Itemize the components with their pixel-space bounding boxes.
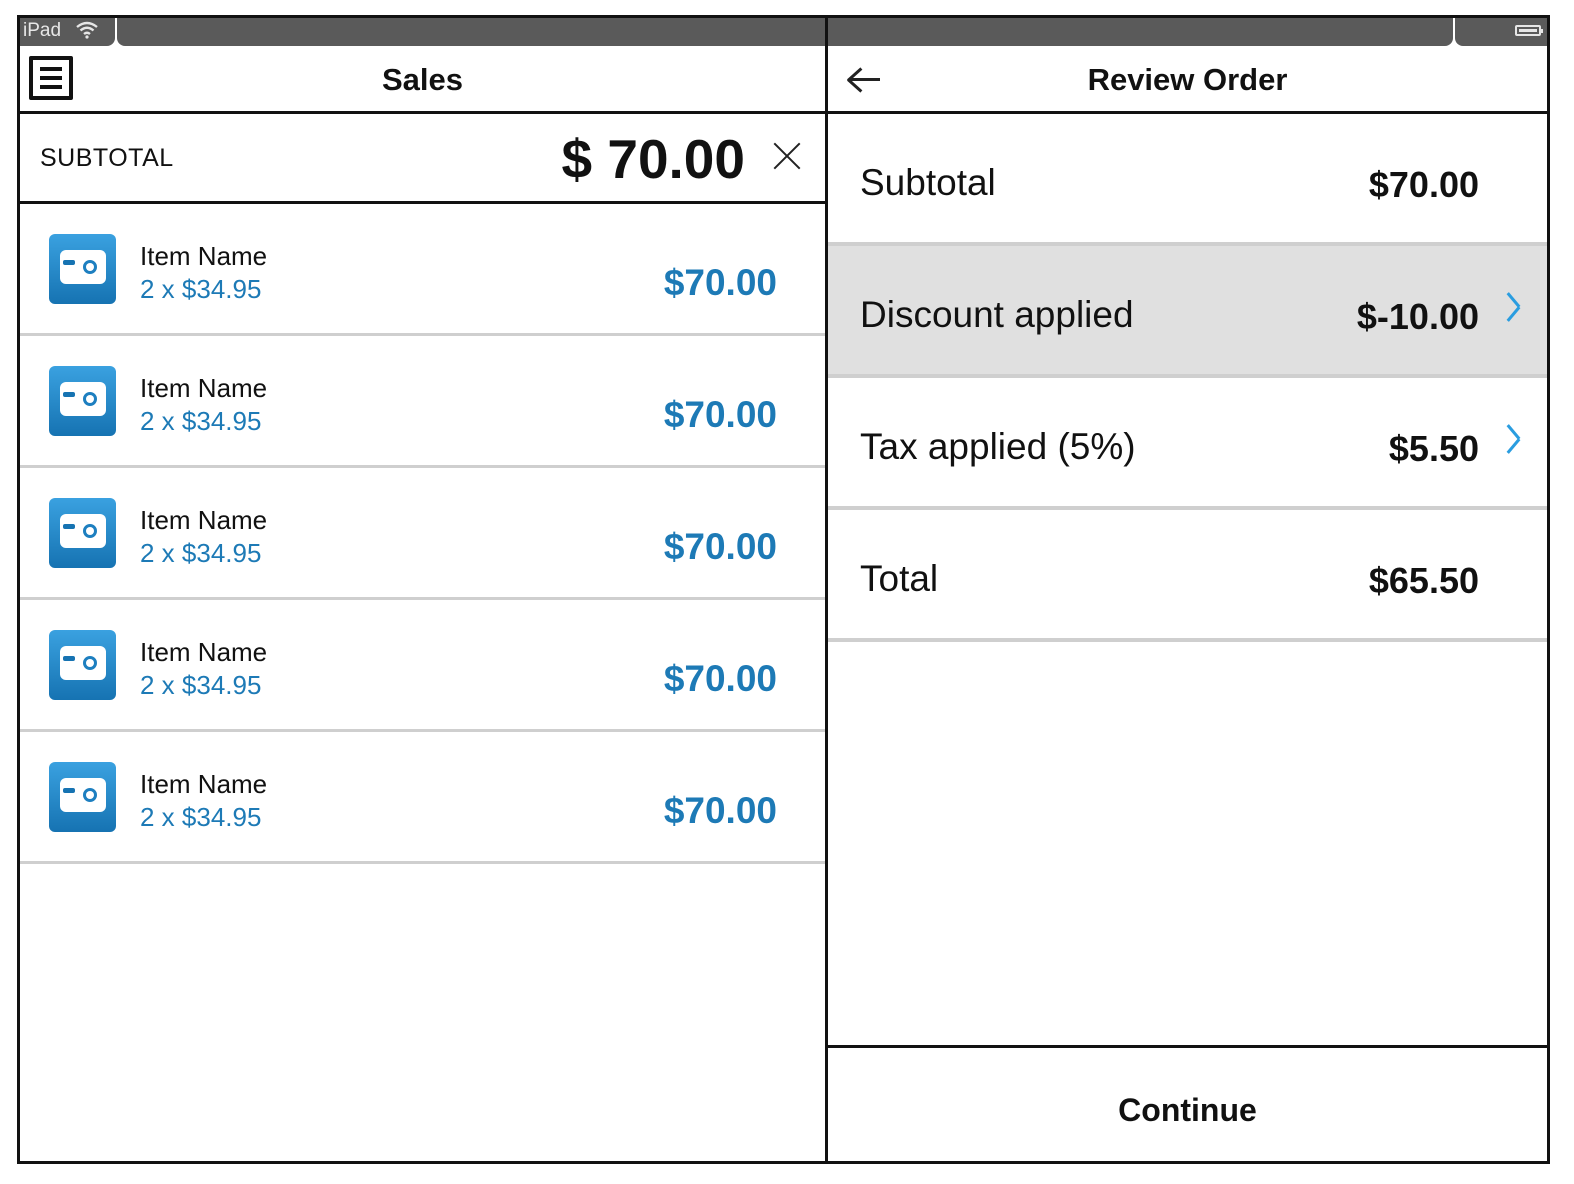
row-label: Total bbox=[860, 558, 939, 599]
battery-icon bbox=[1515, 25, 1543, 36]
list-item[interactable]: Item Name 2 x $34.95 $70.00 bbox=[20, 732, 825, 864]
subtotal-amount: $ 70.00 bbox=[561, 128, 745, 190]
close-icon[interactable] bbox=[771, 140, 803, 172]
row-value: $5.50 bbox=[1388, 428, 1479, 469]
status-bar-left: iPad bbox=[20, 18, 115, 46]
order-summary: Subtotal $70.00 Discount applied $-10.00… bbox=[828, 114, 1547, 642]
sales-pane: Sales SUBTOTAL $ 70.00 Item Name 2 x $34… bbox=[20, 48, 825, 1164]
item-name: Item Name bbox=[140, 637, 268, 667]
list-item[interactable]: Item Name 2 x $34.95 $70.00 bbox=[20, 204, 825, 336]
row-label: Tax applied (5%) bbox=[860, 426, 1136, 467]
status-bar: iPad bbox=[20, 18, 1547, 48]
list-item[interactable]: Item Name 2 x $34.95 $70.00 bbox=[20, 336, 825, 468]
subtotal-label: SUBTOTAL bbox=[40, 144, 174, 172]
item-price: $70.00 bbox=[663, 526, 777, 567]
camera-icon bbox=[49, 366, 116, 436]
discount-row[interactable]: Discount applied $-10.00 bbox=[828, 246, 1547, 378]
status-bar-right bbox=[1455, 18, 1547, 46]
continue-label: Continue bbox=[1118, 1092, 1257, 1128]
review-order-pane: Review Order Subtotal $70.00 Discount ap… bbox=[828, 48, 1547, 1164]
item-price: $70.00 bbox=[663, 790, 777, 831]
camera-icon bbox=[49, 762, 116, 832]
status-bar-middle bbox=[117, 18, 1453, 46]
item-name: Item Name bbox=[140, 241, 268, 271]
row-value: $70.00 bbox=[1368, 164, 1479, 205]
item-quantity: 2 x $34.95 bbox=[140, 538, 262, 568]
carrier-label: iPad bbox=[23, 20, 62, 41]
item-quantity: 2 x $34.95 bbox=[140, 274, 262, 304]
item-quantity: 2 x $34.95 bbox=[140, 670, 262, 700]
item-name: Item Name bbox=[140, 769, 268, 799]
sales-title: Sales bbox=[381, 62, 463, 97]
review-order-title: Review Order bbox=[1087, 62, 1288, 97]
item-price: $70.00 bbox=[663, 262, 777, 303]
row-value: $65.50 bbox=[1368, 560, 1479, 601]
subtotal-bar: SUBTOTAL $ 70.00 bbox=[20, 114, 825, 204]
item-quantity: 2 x $34.95 bbox=[140, 406, 262, 436]
list-item[interactable]: Item Name 2 x $34.95 $70.00 bbox=[20, 600, 825, 732]
wifi-icon bbox=[75, 20, 99, 45]
ipad-frame: iPad Sales SUBTOTAL $ 70.00 Item Name 2 … bbox=[17, 15, 1550, 1164]
item-price: $70.00 bbox=[663, 394, 777, 435]
camera-icon bbox=[49, 234, 116, 304]
list-item[interactable]: Item Name 2 x $34.95 $70.00 bbox=[20, 468, 825, 600]
review-nav-bar: Review Order bbox=[828, 48, 1547, 114]
sales-item-list: Item Name 2 x $34.95 $70.00 Item Name 2 … bbox=[20, 204, 825, 864]
item-name: Item Name bbox=[140, 505, 268, 535]
row-label: Subtotal bbox=[860, 162, 996, 203]
chevron-right-icon bbox=[1509, 294, 1523, 308]
row-value: $-10.00 bbox=[1356, 296, 1479, 337]
continue-button[interactable]: Continue bbox=[828, 1045, 1547, 1164]
camera-icon bbox=[49, 498, 116, 568]
camera-icon bbox=[49, 630, 116, 700]
sales-nav-bar: Sales bbox=[20, 48, 825, 114]
total-row: Total $65.50 bbox=[828, 510, 1547, 642]
subtotal-row: Subtotal $70.00 bbox=[828, 114, 1547, 246]
chevron-right-icon bbox=[1509, 426, 1523, 440]
item-name: Item Name bbox=[140, 373, 268, 403]
item-price: $70.00 bbox=[663, 658, 777, 699]
item-quantity: 2 x $34.95 bbox=[140, 802, 262, 832]
tax-row[interactable]: Tax applied (5%) $5.50 bbox=[828, 378, 1547, 510]
row-label: Discount applied bbox=[860, 294, 1134, 335]
